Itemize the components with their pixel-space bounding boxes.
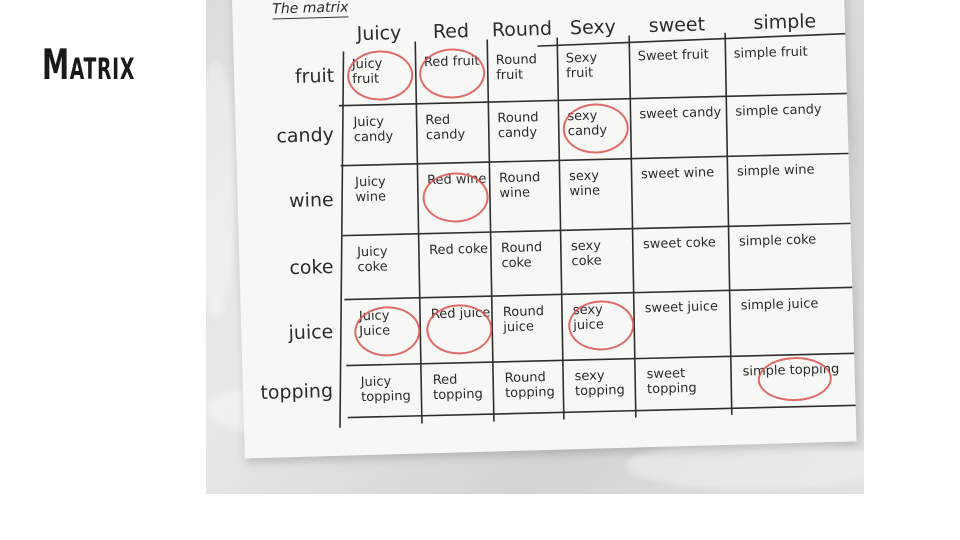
- matrix-cell: Sexy fruit: [565, 50, 598, 82]
- matrix-cell: Juicy candy: [353, 114, 394, 146]
- grid-line: [628, 35, 637, 418]
- row-header: fruit: [294, 64, 335, 88]
- matrix-cell: sweet candy: [639, 105, 722, 123]
- matrix-cell: Round coke: [500, 240, 543, 272]
- matrix-cell: Sweet fruit: [637, 47, 709, 65]
- column-header: simple: [753, 10, 817, 35]
- matrix-cell: simple juice: [740, 296, 819, 314]
- matrix-cell: Red coke: [428, 241, 489, 259]
- matrix-cell: simple wine: [736, 162, 815, 180]
- matrix-cell: Juicy topping: [360, 374, 412, 406]
- matrix-cell: sexy topping: [574, 368, 625, 400]
- matrix-cell: Round wine: [498, 170, 541, 202]
- matrix-cell: sexy coke: [570, 238, 602, 270]
- slide-title: Matrix: [42, 40, 136, 89]
- matrix-cell: Round candy: [497, 110, 539, 142]
- matrix-cell: Round fruit: [495, 52, 538, 84]
- column-header: Red: [432, 20, 470, 44]
- matrix-cell: Red candy: [425, 112, 466, 144]
- grid-line: [724, 32, 733, 415]
- matrix-cell: sweet coke: [642, 235, 716, 253]
- matrix-cell: sweet topping: [646, 366, 697, 398]
- matrix-cell: Red topping: [432, 372, 484, 404]
- matrix-cell: Round juice: [502, 304, 545, 336]
- grid-line: [339, 51, 345, 428]
- matrix-cell: sweet wine: [640, 165, 715, 183]
- matrix-cell: simple coke: [738, 232, 817, 250]
- row-header: topping: [260, 379, 334, 404]
- matrix-cell: sweet juice: [644, 299, 719, 317]
- grid-line: [347, 404, 857, 419]
- matrix-cell: Juicy coke: [356, 244, 388, 276]
- matrix-cell: Round topping: [504, 370, 555, 402]
- grid-line: [486, 39, 495, 422]
- column-header: Sexy: [569, 15, 617, 40]
- grid-line: [556, 37, 565, 420]
- row-header: coke: [289, 255, 334, 280]
- column-header: Round: [491, 17, 553, 42]
- matrix-cell: simple candy: [735, 102, 822, 120]
- row-header: wine: [288, 188, 334, 213]
- grid-line: [414, 41, 423, 424]
- matrix-cell: sexy wine: [568, 168, 601, 200]
- row-header: candy: [276, 123, 335, 148]
- paper-sheet: The matrix Juicy Red Round Sexy sweet simple f…: [231, 0, 857, 459]
- column-header: Juicy: [356, 21, 402, 46]
- column-header: sweet: [648, 13, 706, 37]
- row-header: juice: [288, 320, 334, 345]
- matrix-photo: The matrix Juicy Red Round Sexy sweet simple f…: [206, 0, 864, 494]
- matrix-cell: Juicy wine: [354, 174, 387, 206]
- matrix-cell: simple fruit: [733, 44, 808, 62]
